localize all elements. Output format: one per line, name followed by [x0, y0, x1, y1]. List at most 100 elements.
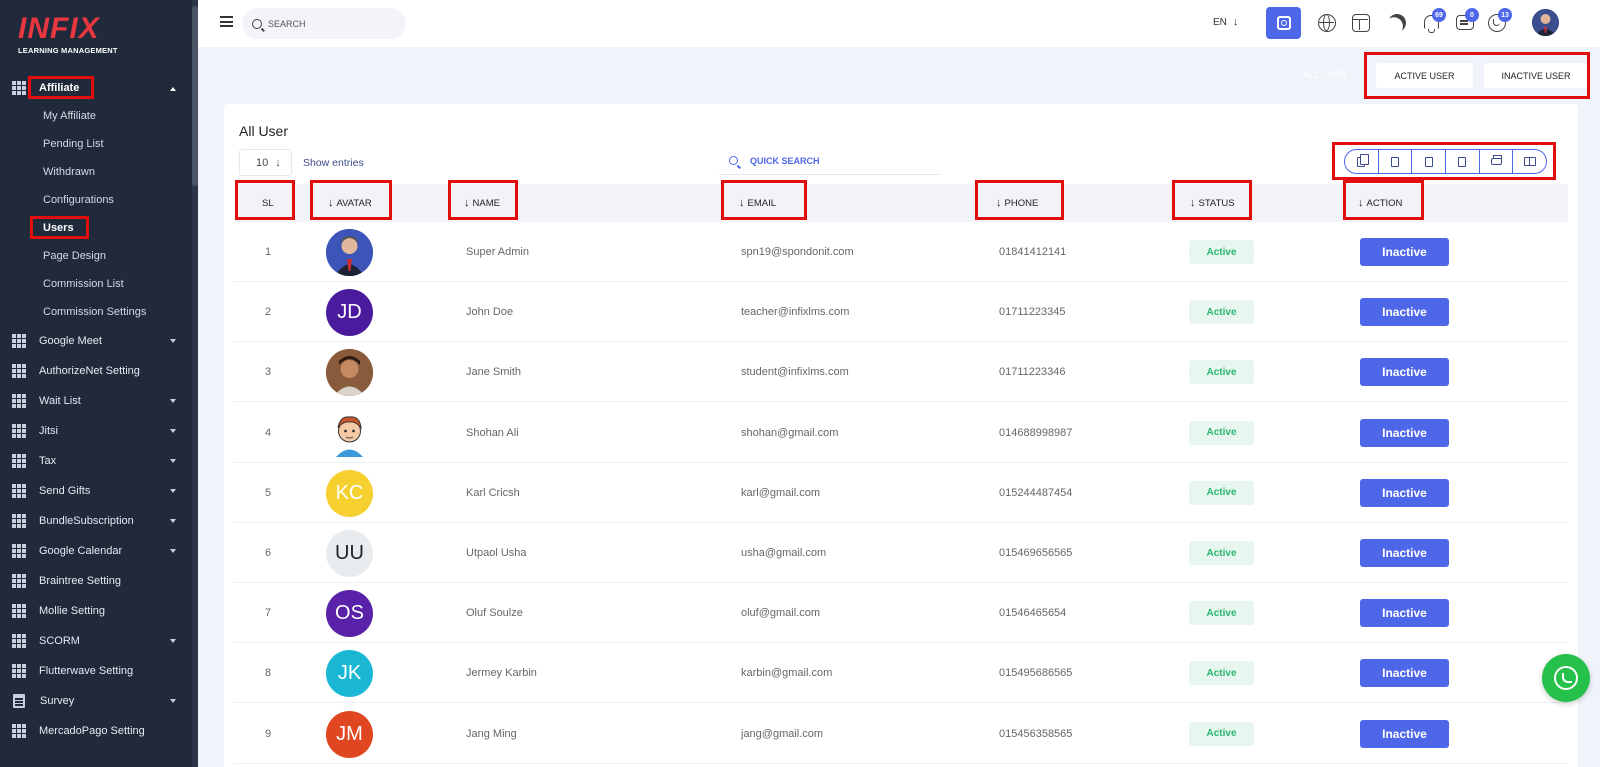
sidebar-item-label: Mollie Setting [39, 605, 106, 617]
logo-text: INFIX [18, 12, 100, 45]
grid-icon [12, 454, 26, 468]
chevron-up-icon [170, 87, 176, 91]
table-row: 6 UU Utpaol Usha usha@gmail.com 015469656565… [234, 523, 1568, 583]
doc-icon [13, 694, 25, 708]
sidebar-subitem-pending-list[interactable]: Pending List [0, 130, 192, 158]
menu-toggle-icon[interactable] [220, 16, 233, 27]
moon-icon[interactable] [1385, 11, 1408, 34]
sidebar-subitem-commission-list[interactable]: Commission List [0, 270, 192, 298]
sidebar-subitem-withdrawn[interactable]: Withdrawn [0, 158, 192, 186]
sidebar-item-label: Google Meet [39, 335, 102, 347]
logo-tagline: LEARNING MANAGEMENT [18, 46, 118, 55]
global-search[interactable] [242, 8, 406, 39]
cell-phone: 01546465654 [999, 607, 1067, 620]
inactive-button[interactable]: Inactive [1360, 539, 1449, 567]
sidebar-nav: Affiliate My Affiliate Pending List Withdr… [0, 74, 192, 746]
cell-phone: 015456358565 [999, 727, 1073, 740]
sidebar-item-bundlesubscription[interactable]: BundleSubscription [0, 506, 192, 536]
grid-icon [12, 724, 26, 738]
search-input[interactable] [268, 18, 388, 29]
sidebar-item-mollie-setting[interactable]: Mollie Setting [0, 596, 192, 626]
sidebar-subitem-my-affiliate[interactable]: My Affiliate [0, 102, 192, 130]
sidebar-item-wait-list[interactable]: Wait List [0, 386, 192, 416]
chevron-down-icon [170, 339, 176, 343]
sidebar-item-tax[interactable]: Tax [0, 446, 192, 476]
sidebar-item-authorizenet-setting[interactable]: AuthorizeNet Setting [0, 356, 192, 386]
cell-sl: 1 [265, 246, 272, 258]
sidebar-item-google-calendar[interactable]: Google Calendar [0, 536, 192, 566]
cell-sl: 6 [265, 547, 272, 559]
user-avatar[interactable] [1532, 9, 1559, 36]
users-card: All User 10↓ Show entries SL ↓AVATAR ↓NA… [224, 104, 1578, 767]
chevron-down-icon [170, 489, 176, 493]
message-badge: 0 [1465, 8, 1479, 22]
grid-icon [12, 604, 26, 618]
cell-name: Jane Smith [466, 366, 522, 379]
status-badge: Active [1189, 480, 1254, 505]
avatar: JK [326, 650, 373, 698]
inactive-button[interactable]: Inactive [1360, 659, 1449, 688]
inactive-button[interactable]: Inactive [1360, 358, 1449, 387]
sidebar-item-braintree-setting[interactable]: Braintree Setting [0, 566, 192, 596]
logo[interactable]: INFIX LEARNING MANAGEMENT [18, 14, 138, 58]
language-label: EN [1213, 17, 1227, 28]
chip-button[interactable] [1266, 7, 1301, 39]
grid-icon [12, 514, 26, 528]
cell-name: Shohan Ali [466, 426, 519, 439]
inactive-button[interactable]: Inactive [1360, 478, 1449, 507]
sidebar-item-flutterwave-setting[interactable]: Flutterwave Setting [0, 656, 192, 686]
layout-icon[interactable] [1352, 14, 1370, 32]
avatar [326, 349, 373, 397]
sidebar-item-mercadopago-setting[interactable]: MercadoPago Setting [0, 716, 192, 746]
inactive-button[interactable]: Inactive [1360, 298, 1449, 327]
quick-search[interactable] [719, 147, 939, 175]
inactive-button[interactable]: Inactive [1360, 599, 1449, 628]
search-icon [252, 18, 262, 29]
all-user-link[interactable]: ALL USER [1303, 70, 1346, 80]
arrow-down-icon: ↓ [275, 156, 281, 169]
grid-icon [12, 334, 26, 348]
globe-icon[interactable] [1318, 14, 1336, 32]
inactive-button[interactable]: Inactive [1360, 238, 1449, 266]
sidebar-subitem-label: My Affiliate [43, 110, 96, 122]
sidebar-item-survey[interactable]: Survey [0, 686, 192, 716]
table-row: 8 JK Jermey Karbin karbin@gmail.com 01549568… [234, 643, 1568, 704]
sidebar-item-send-gifts[interactable]: Send Gifts [0, 476, 192, 506]
cell-sl: 2 [265, 306, 272, 319]
sidebar-subitem-label: Commission List [43, 278, 124, 290]
table-row: 5 KC Karl Cricsh karl@gmail.com 015244487454… [234, 463, 1568, 523]
quick-search-input[interactable] [750, 155, 871, 166]
whatsapp-float-button[interactable] [1542, 654, 1590, 702]
grid-icon [12, 544, 26, 558]
cell-email: karl@gmail.com [741, 486, 821, 499]
inactive-button[interactable]: Inactive [1360, 418, 1449, 447]
sidebar-item-google-meet[interactable]: Google Meet [0, 326, 192, 356]
sidebar-subitem-users[interactable]: Users [0, 214, 192, 242]
sidebar-items: Google Meet AuthorizeNet Setting Wait List… [0, 326, 192, 746]
cell-phone: 015469656565 [999, 547, 1073, 559]
grid-icon [12, 664, 26, 678]
chevron-down-icon [170, 519, 176, 523]
grid-icon [12, 574, 26, 588]
sidebar-item-scorm[interactable]: SCORM [0, 626, 192, 656]
table-row: 9 JM Jang Ming jang@gmail.com 015456358565 Ac… [234, 704, 1568, 764]
cell-email: oluf@gmail.com [741, 607, 821, 620]
highlight-box-avatar [310, 180, 392, 220]
inactive-button[interactable]: Inactive [1360, 719, 1449, 748]
cell-phone: 015244487454 [999, 486, 1073, 499]
sidebar-item-jitsi[interactable]: Jitsi [0, 416, 192, 446]
sidebar-scrollbar[interactable] [192, 0, 198, 767]
cell-phone: 01841412141 [999, 246, 1067, 258]
sidebar-subitem-configurations[interactable]: Configurations [0, 186, 192, 214]
whatsapp-badge: 13 [1498, 8, 1512, 22]
sidebar-subitem-commission-settings[interactable]: Commission Settings [0, 298, 192, 326]
sidebar-subitem-page-design[interactable]: Page Design [0, 242, 192, 270]
language-select[interactable]: EN ↓ [1213, 16, 1238, 28]
avatar-initials: UU [335, 542, 364, 564]
show-entries-label: Show entries [303, 157, 364, 169]
highlight-box-phone [975, 180, 1064, 220]
entries-select[interactable]: 10 ↓ [239, 149, 292, 176]
avatar [326, 229, 373, 276]
whatsapp-icon [1554, 666, 1578, 690]
cell-sl: 3 [265, 366, 272, 379]
